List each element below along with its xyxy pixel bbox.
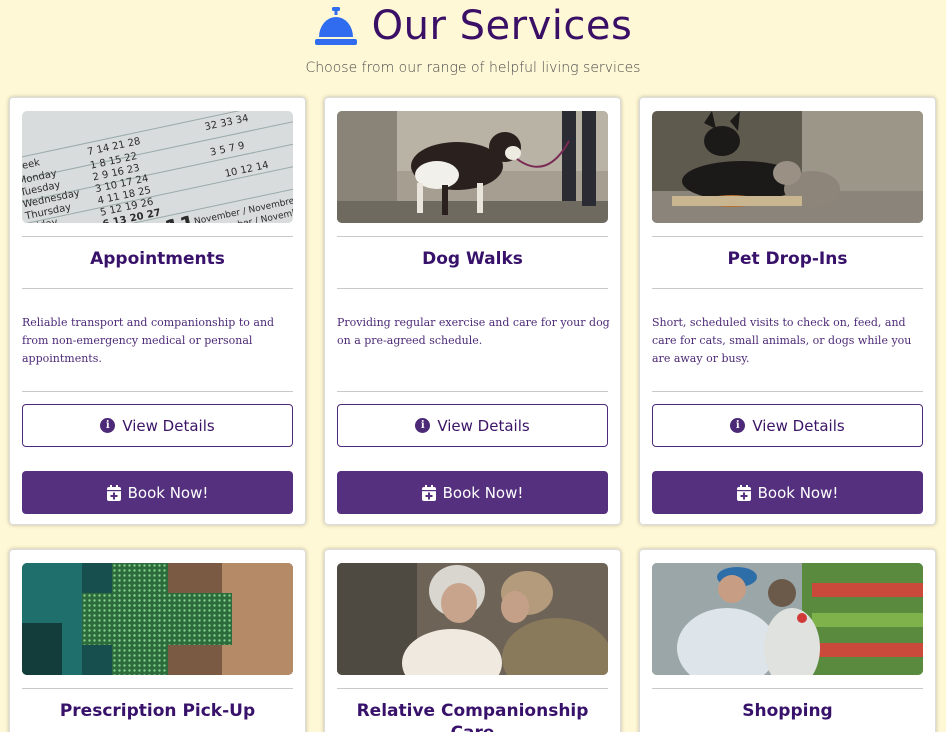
dog-walk-photo	[337, 111, 608, 223]
divider	[22, 236, 293, 237]
companionship-photo	[337, 563, 608, 675]
service-title: Appointments	[90, 249, 225, 269]
divider	[337, 236, 608, 237]
service-card-shopping: Shopping	[639, 549, 936, 732]
info-circle-icon: i	[100, 418, 116, 433]
services-page: Our Services Choose from our range of he…	[0, 0, 946, 732]
calendar-plus-icon	[421, 484, 436, 501]
divider	[652, 288, 923, 289]
view-details-label: View Details	[122, 416, 215, 435]
calendar-plus-icon	[106, 484, 121, 501]
book-now-button[interactable]: Book Now!	[652, 471, 923, 514]
view-details-button[interactable]: i View Details	[337, 404, 608, 447]
page-title: Our Services	[371, 3, 633, 49]
book-now-label: Book Now!	[757, 483, 839, 502]
service-card-pet-drop-ins: Pet Drop-Ins Short, scheduled visits to …	[639, 97, 936, 525]
dog-and-cat-photo	[652, 111, 923, 223]
view-details-button[interactable]: i View Details	[22, 404, 293, 447]
service-title: Prescription Pick-Up	[59, 701, 256, 721]
view-details-button[interactable]: i View Details	[652, 404, 923, 447]
info-circle-icon: i	[415, 418, 431, 433]
page-header: Our Services Choose from our range of he…	[0, 0, 946, 90]
service-description: Providing regular exercise and care for …	[337, 316, 610, 347]
service-title: Shopping	[742, 701, 833, 721]
service-card-appointments: Week Monday Tuesday Wednesday Thursday F…	[9, 97, 306, 525]
concierge-bell-icon	[314, 7, 357, 45]
service-description: Short, scheduled visits to check on, fee…	[652, 316, 912, 365]
service-title: Pet Drop-Ins	[727, 249, 848, 269]
divider	[652, 391, 923, 392]
service-title: Relative Companionship Care	[356, 701, 589, 732]
service-card-dog-walks: Dog Walks Providing regular exercise and…	[324, 97, 621, 525]
pharmacy-sign-photo	[22, 563, 293, 675]
book-now-label: Book Now!	[127, 483, 209, 502]
grocery-shopping-photo	[652, 563, 923, 675]
book-now-label: Book Now!	[442, 483, 524, 502]
service-title: Dog Walks	[422, 249, 523, 269]
service-card-relative-companionship-care: Relative Companionship Care	[324, 549, 621, 732]
service-description: Reliable transport and companionship to …	[22, 316, 275, 365]
divider	[22, 391, 293, 392]
service-card-prescription-pick-up: Prescription Pick-Up	[9, 549, 306, 732]
title-row: Our Services	[0, 2, 946, 50]
view-details-label: View Details	[437, 416, 530, 435]
page-subtitle: Choose from our range of helpful living …	[305, 60, 641, 76]
divider	[652, 688, 923, 689]
divider	[22, 288, 293, 289]
calendar-photo: Week Monday Tuesday Wednesday Thursday F…	[22, 111, 293, 223]
info-circle-icon: i	[730, 418, 746, 433]
view-details-label: View Details	[752, 416, 845, 435]
divider	[652, 236, 923, 237]
divider	[337, 288, 608, 289]
book-now-button[interactable]: Book Now!	[22, 471, 293, 514]
calendar-plus-icon	[736, 484, 751, 501]
book-now-button[interactable]: Book Now!	[337, 471, 608, 514]
divider	[22, 688, 293, 689]
divider	[337, 688, 608, 689]
divider	[337, 391, 608, 392]
